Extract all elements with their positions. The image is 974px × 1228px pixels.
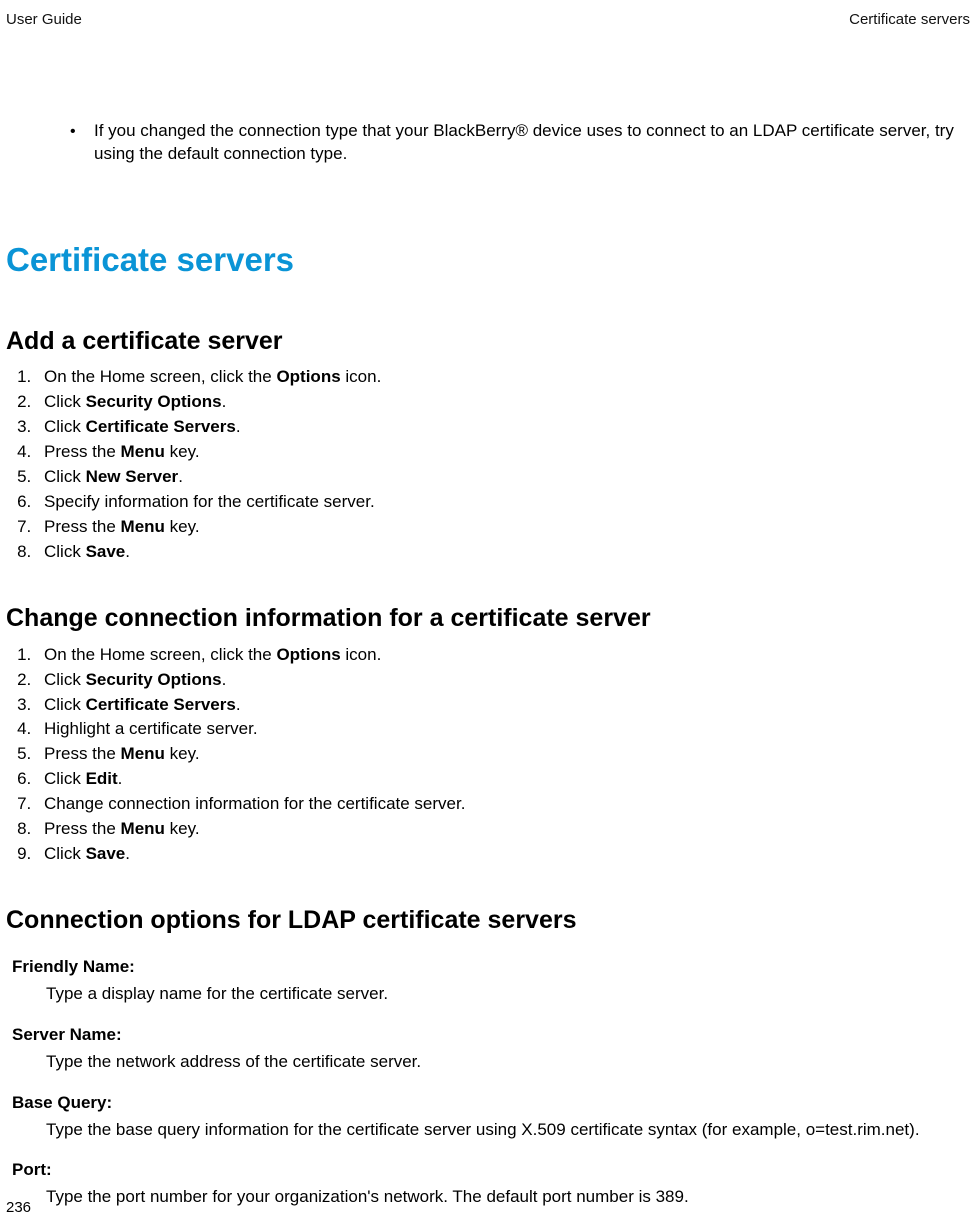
list-item: Click Certificate Servers. xyxy=(36,694,970,717)
step-post: . xyxy=(222,670,227,689)
step-post: key. xyxy=(165,819,200,838)
section2-title: Change connection information for a cert… xyxy=(6,602,970,636)
list-item: Click Edit. xyxy=(36,768,970,791)
header-right: Certificate servers xyxy=(849,10,970,30)
step-bold: New Server xyxy=(86,467,179,486)
page-title: Certificate servers xyxy=(6,238,970,283)
step-bold: Edit xyxy=(86,769,118,788)
step-post: icon. xyxy=(341,645,382,664)
intro-bullet-area: • If you changed the connection type tha… xyxy=(6,120,970,166)
step-bold: Menu xyxy=(121,744,165,763)
step-bold: Menu xyxy=(121,442,165,461)
step-bold: Certificate Servers xyxy=(86,417,236,436)
step-pre: Press the xyxy=(44,819,121,838)
page-number: 236 xyxy=(6,1198,31,1218)
step-post: . xyxy=(125,844,130,863)
step-post: key. xyxy=(165,442,200,461)
step-post: . xyxy=(236,695,241,714)
def-desc: Type the base query information for the … xyxy=(46,1119,970,1142)
step-pre: Click xyxy=(44,392,86,411)
list-item: On the Home screen, click the Options ic… xyxy=(36,366,970,389)
step-bold: Options xyxy=(276,367,340,386)
step-pre: Specify information for the certificate … xyxy=(44,492,375,511)
def-desc: Type a display name for the certificate … xyxy=(46,983,970,1006)
def-term: Base Query xyxy=(12,1092,970,1115)
bullet-icon: • xyxy=(70,120,94,143)
list-item: Click New Server. xyxy=(36,466,970,489)
step-pre: Press the xyxy=(44,744,121,763)
intro-bullet-row: • If you changed the connection type tha… xyxy=(6,120,970,166)
section2-steps: On the Home screen, click the Options ic… xyxy=(6,644,970,866)
step-pre: Press the xyxy=(44,442,121,461)
step-post: key. xyxy=(165,517,200,536)
step-pre: Change connection information for the ce… xyxy=(44,794,465,813)
step-pre: On the Home screen, click the xyxy=(44,645,276,664)
step-pre: Click xyxy=(44,417,86,436)
step-post: . xyxy=(118,769,123,788)
list-item: Highlight a certificate server. xyxy=(36,718,970,741)
step-bold: Options xyxy=(276,645,340,664)
step-pre: Click xyxy=(44,844,86,863)
list-item: Change connection information for the ce… xyxy=(36,793,970,816)
list-item: Press the Menu key. xyxy=(36,441,970,464)
list-item: Click Certificate Servers. xyxy=(36,416,970,439)
step-bold: Certificate Servers xyxy=(86,695,236,714)
list-item: Click Security Options. xyxy=(36,669,970,692)
step-pre: Click xyxy=(44,769,86,788)
step-pre: Highlight a certificate server. xyxy=(44,719,258,738)
step-bold: Save xyxy=(86,542,126,561)
section1-steps: On the Home screen, click the Options ic… xyxy=(6,366,970,564)
page-header: User Guide Certificate servers xyxy=(0,10,974,30)
step-pre: Click xyxy=(44,670,86,689)
step-bold: Security Options xyxy=(86,392,222,411)
list-item: Press the Menu key. xyxy=(36,743,970,766)
step-pre: Click xyxy=(44,467,86,486)
intro-text: If you changed the connection type that … xyxy=(94,120,966,166)
list-item: On the Home screen, click the Options ic… xyxy=(36,644,970,667)
list-item: Specify information for the certificate … xyxy=(36,491,970,514)
section3-title: Connection options for LDAP certificate … xyxy=(6,904,970,938)
step-post: . xyxy=(222,392,227,411)
list-item: Click Save. xyxy=(36,843,970,866)
list-item: Press the Menu key. xyxy=(36,818,970,841)
definition-list: Friendly Name Type a display name for th… xyxy=(6,956,970,1210)
step-pre: On the Home screen, click the xyxy=(44,367,276,386)
step-bold: Menu xyxy=(121,517,165,536)
step-post: . xyxy=(236,417,241,436)
step-post: . xyxy=(178,467,183,486)
step-pre: Click xyxy=(44,695,86,714)
step-post: key. xyxy=(165,744,200,763)
step-pre: Press the xyxy=(44,517,121,536)
page-content: • If you changed the connection type tha… xyxy=(0,120,974,1209)
def-term: Port xyxy=(12,1159,970,1182)
header-left: User Guide xyxy=(6,10,82,30)
step-bold: Save xyxy=(86,844,126,863)
list-item: Click Security Options. xyxy=(36,391,970,414)
list-item: Press the Menu key. xyxy=(36,516,970,539)
step-pre: Click xyxy=(44,542,86,561)
step-post: icon. xyxy=(341,367,382,386)
step-post: . xyxy=(125,542,130,561)
def-term: Server Name xyxy=(12,1024,970,1047)
section1-title: Add a certificate server xyxy=(6,325,970,359)
def-desc: Type the network address of the certific… xyxy=(46,1051,970,1074)
def-term: Friendly Name xyxy=(12,956,970,979)
list-item: Click Save. xyxy=(36,541,970,564)
step-bold: Security Options xyxy=(86,670,222,689)
page: User Guide Certificate servers • If you … xyxy=(0,0,974,1228)
def-desc: Type the port number for your organizati… xyxy=(46,1186,970,1209)
step-bold: Menu xyxy=(121,819,165,838)
